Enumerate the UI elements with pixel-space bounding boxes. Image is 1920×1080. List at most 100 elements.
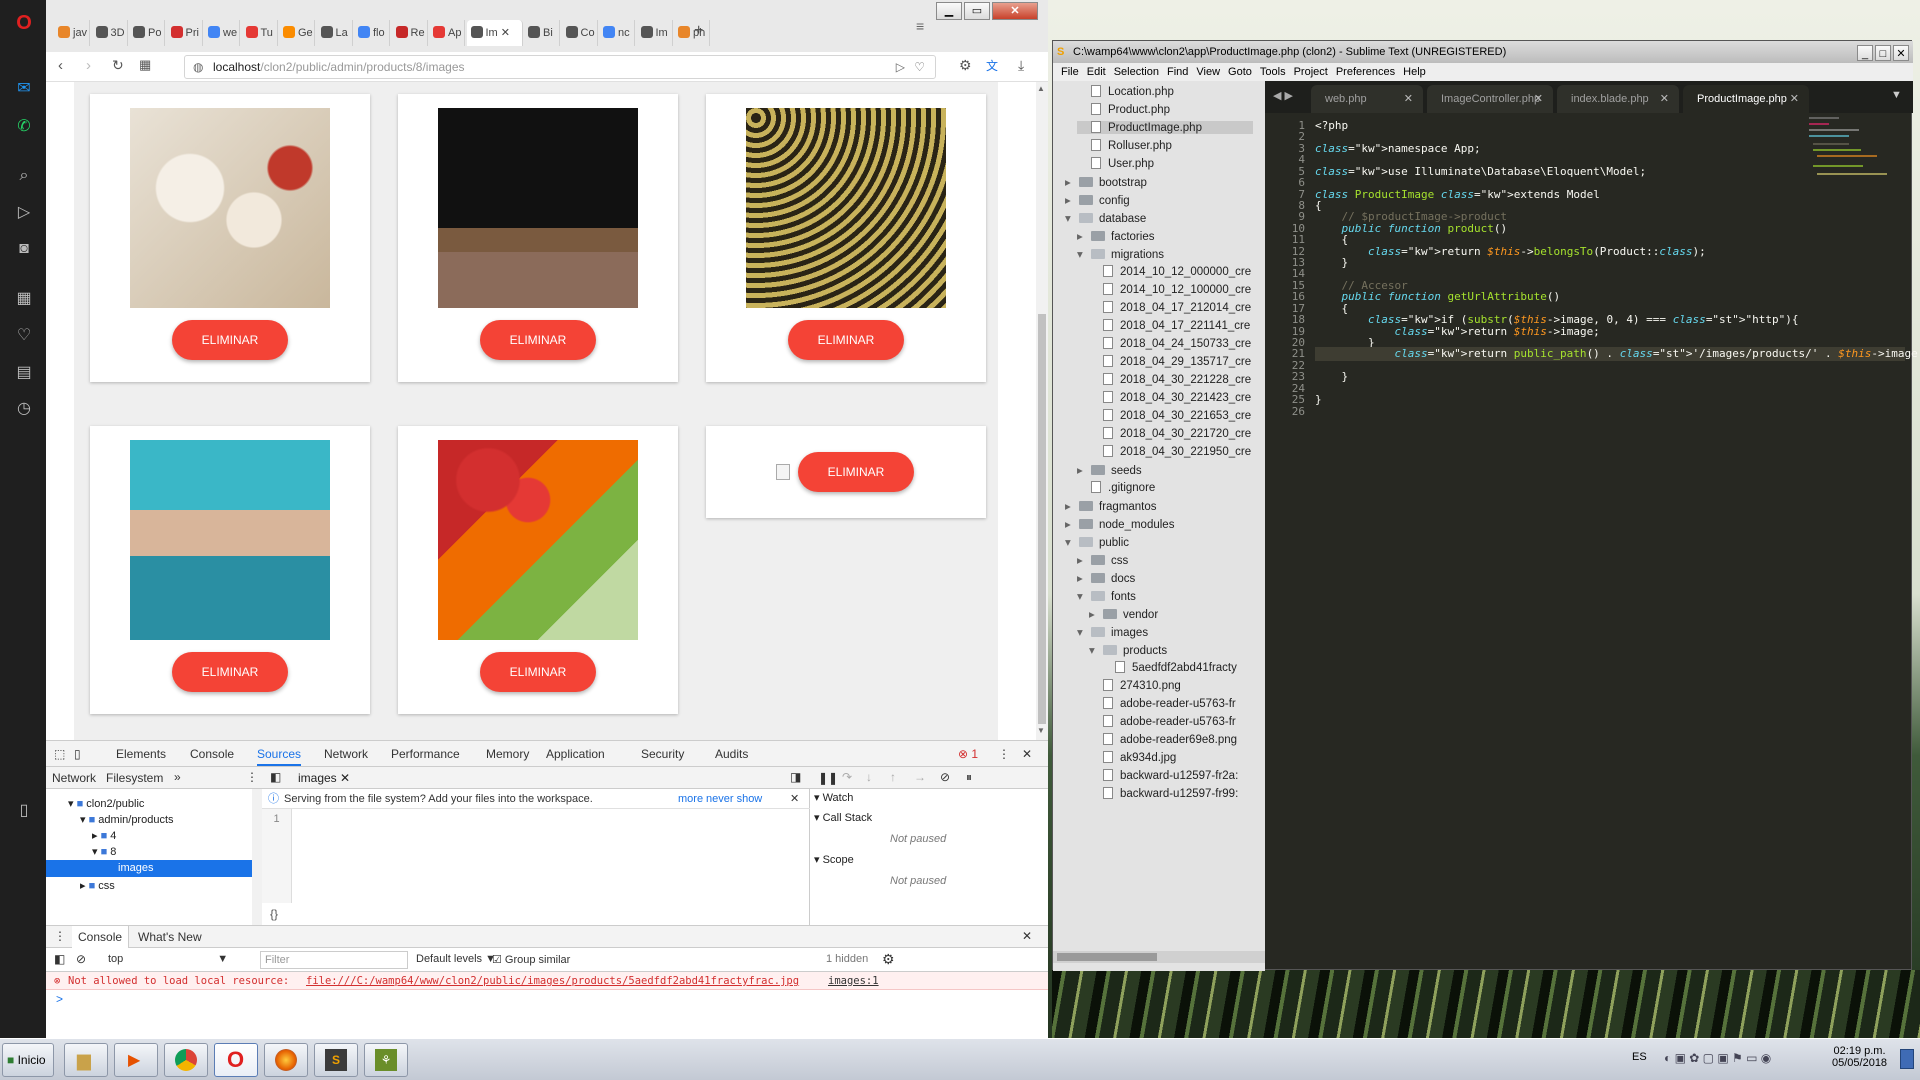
editor-tab[interactable]: ImageController.php ✕	[1427, 85, 1553, 113]
sidebar-item[interactable]: ▸ bootstrap	[1065, 175, 1147, 189]
sublime-maximize-button[interactable]: □	[1875, 45, 1891, 61]
page-scrollbar[interactable]: ▲ ▼	[1036, 82, 1048, 740]
browser-tab[interactable]: jav	[54, 20, 90, 46]
sidebar-item[interactable]: 2018_04_30_221423_cre	[1089, 391, 1251, 404]
delete-image-button[interactable]: ELIMINAR	[480, 652, 596, 692]
close-window-button[interactable]: ✕	[992, 2, 1038, 20]
sidebar-item[interactable]: ▸ fragmantos	[1065, 499, 1157, 513]
browser-tab[interactable]: Ge	[279, 20, 315, 46]
delete-image-button[interactable]: ELIMINAR	[480, 320, 596, 360]
explorer-taskbar-button[interactable]: ▆	[64, 1043, 108, 1077]
sidebar-item[interactable]: 2018_04_30_221653_cre	[1089, 409, 1251, 422]
more-tabs-icon[interactable]: »	[174, 770, 181, 784]
firefox-taskbar-button[interactable]	[264, 1043, 308, 1077]
console-prompt[interactable]: >	[56, 992, 63, 1006]
devtools-tab-memory[interactable]: Memory	[486, 747, 529, 761]
tree-item-clon2-public[interactable]: ▾ ■ clon2/public	[68, 797, 144, 810]
sidebar-item[interactable]: ▸ factories	[1077, 229, 1154, 243]
inspect-icon[interactable]: ⬚	[54, 747, 65, 761]
history-icon[interactable]: ◷	[13, 398, 35, 420]
drawer-tab-console[interactable]: Console	[72, 926, 130, 948]
url-field[interactable]: ◍ localhost/clon2/public/admin/products/…	[184, 55, 936, 79]
browser-tab[interactable]: Re	[392, 20, 428, 46]
news-icon[interactable]: ▤	[13, 362, 35, 384]
scroll-up-icon[interactable]: ▲	[1037, 84, 1047, 94]
tree-item-4[interactable]: ▸ ■ 4	[92, 829, 116, 842]
sidebar-item[interactable]: ▸ config	[1065, 193, 1130, 207]
sidebar-item[interactable]: 2018_04_17_212014_cre	[1089, 301, 1251, 314]
group-similar-checkbox[interactable]: ☑ Group similar	[492, 953, 570, 966]
send-icon[interactable]: ▷	[13, 202, 35, 224]
drawer-menu-icon[interactable]: ⋮	[54, 929, 66, 943]
sidebar-item[interactable]: ▾ images	[1077, 625, 1148, 639]
sidebar-item[interactable]: backward-u12597-fr2a:	[1089, 769, 1238, 782]
error-source-link[interactable]: images:1	[828, 972, 879, 990]
sidebar-item[interactable]: 2014_10_12_000000_cre	[1089, 265, 1251, 278]
sublime-minimize-button[interactable]: _	[1857, 45, 1873, 61]
close-tab-icon[interactable]: ✕	[1534, 85, 1543, 113]
sidebar-item[interactable]: 2018_04_30_221950_cre	[1089, 445, 1251, 458]
sublime-menu-file[interactable]: File	[1061, 66, 1079, 78]
debugger-section-header[interactable]: ▾ Scope	[814, 853, 1042, 866]
sublime-close-button[interactable]: ✕	[1893, 45, 1909, 61]
sublime-menu-goto[interactable]: Goto	[1228, 66, 1252, 78]
browser-tab[interactable]: we	[204, 20, 240, 46]
close-tab-icon[interactable]: ✕	[1790, 85, 1799, 113]
tray-icons[interactable]: ◐ ▣ ✿ ▢ ▣ ⚑ ▭ ◉	[1664, 1051, 1771, 1065]
console-sidebar-icon[interactable]: ◧	[54, 952, 65, 966]
sidebar-item[interactable]: ▸ css	[1077, 553, 1128, 567]
sidebar-item[interactable]: 2018_04_30_221720_cre	[1089, 427, 1251, 440]
sidebar-item[interactable]: Rolluser.php	[1077, 139, 1172, 152]
browser-tab[interactable]: 3D	[92, 20, 128, 46]
sidebar-item[interactable]: ▸ node_modules	[1065, 517, 1174, 531]
sublime-menu-selection[interactable]: Selection	[1114, 66, 1159, 78]
nav-tab-network[interactable]: Network	[52, 771, 96, 785]
sublime-menu-edit[interactable]: Edit	[1087, 66, 1106, 78]
sidebar-hscrollbar[interactable]	[1053, 951, 1265, 963]
expand-arrow-icon[interactable]: ▸	[1065, 175, 1079, 189]
collapse-arrow-icon[interactable]: ▾	[1065, 535, 1079, 549]
collapse-arrow-icon[interactable]: ▾	[1077, 589, 1091, 603]
sublime-menu-find[interactable]: Find	[1167, 66, 1188, 78]
sidebar-item[interactable]: ▸ vendor	[1089, 607, 1158, 621]
sidebar-item[interactable]: .gitignore	[1077, 481, 1155, 494]
sidebar-item[interactable]: 2014_10_12_100000_cre	[1089, 283, 1251, 296]
media-player-taskbar-button[interactable]: ▶	[114, 1043, 158, 1077]
deactivate-breakpoints-icon[interactable]: ⊘	[940, 770, 950, 784]
reload-icon[interactable]: ↻	[112, 57, 124, 74]
sidebar-item[interactable]: Product.php	[1077, 103, 1170, 116]
browser-tab[interactable]: ph	[674, 20, 710, 46]
devtools-tab-audits[interactable]: Audits	[715, 747, 748, 761]
chrome-taskbar-button[interactable]	[164, 1043, 208, 1077]
toggle-debugger-icon[interactable]: ◨	[790, 770, 801, 784]
device-toolbar-icon[interactable]: ▯	[74, 747, 81, 761]
close-tab-icon[interactable]: ✕	[498, 27, 510, 39]
translate-icon[interactable]: 文	[986, 57, 998, 74]
sidebar-item[interactable]: backward-u12597-fr99:	[1089, 787, 1238, 800]
log-levels-select[interactable]: Default levels ▼	[416, 953, 496, 965]
sidebar-item[interactable]: 2018_04_17_221141_cre	[1089, 319, 1250, 332]
editor-tab[interactable]: ProductImage.php ✕	[1683, 85, 1809, 113]
browser-tab[interactable]: flo	[354, 20, 390, 46]
forward-icon[interactable]: ›	[86, 57, 91, 74]
tree-item-css[interactable]: ▸ ■ css	[80, 879, 115, 892]
tree-item-admin-products[interactable]: ▾ ■ admin/products	[80, 813, 174, 826]
apps-grid-icon[interactable]: ▦	[13, 288, 35, 310]
tab-nav-arrows-icon[interactable]: ◀ ▶	[1273, 89, 1293, 102]
delete-image-button[interactable]: ELIMINAR	[172, 652, 288, 692]
opera-logo-icon[interactable]: O	[13, 12, 35, 34]
close-tab-icon[interactable]: ✕	[1660, 85, 1669, 113]
sidebar-item[interactable]: 274310.png	[1089, 679, 1181, 692]
console-settings-icon[interactable]: ⚙	[882, 951, 895, 968]
sidebar-item[interactable]: ▾ public	[1065, 535, 1129, 549]
scrollbar-thumb[interactable]	[1038, 314, 1046, 724]
clear-console-icon[interactable]: ⊘	[76, 952, 86, 966]
start-button[interactable]: ■ Inicio	[2, 1043, 54, 1077]
app-taskbar-button[interactable]: ⚘	[364, 1043, 408, 1077]
maximize-button[interactable]: ▭	[964, 2, 990, 20]
close-tab-icon[interactable]: ✕	[1404, 85, 1413, 113]
clock[interactable]: 02:19 p.m. 05/05/2018	[1832, 1045, 1887, 1069]
minimize-button[interactable]: ▁	[936, 2, 962, 20]
browser-tab[interactable]: Po	[129, 20, 165, 46]
sidebar-item[interactable]: ak934d.jpg	[1089, 751, 1176, 764]
